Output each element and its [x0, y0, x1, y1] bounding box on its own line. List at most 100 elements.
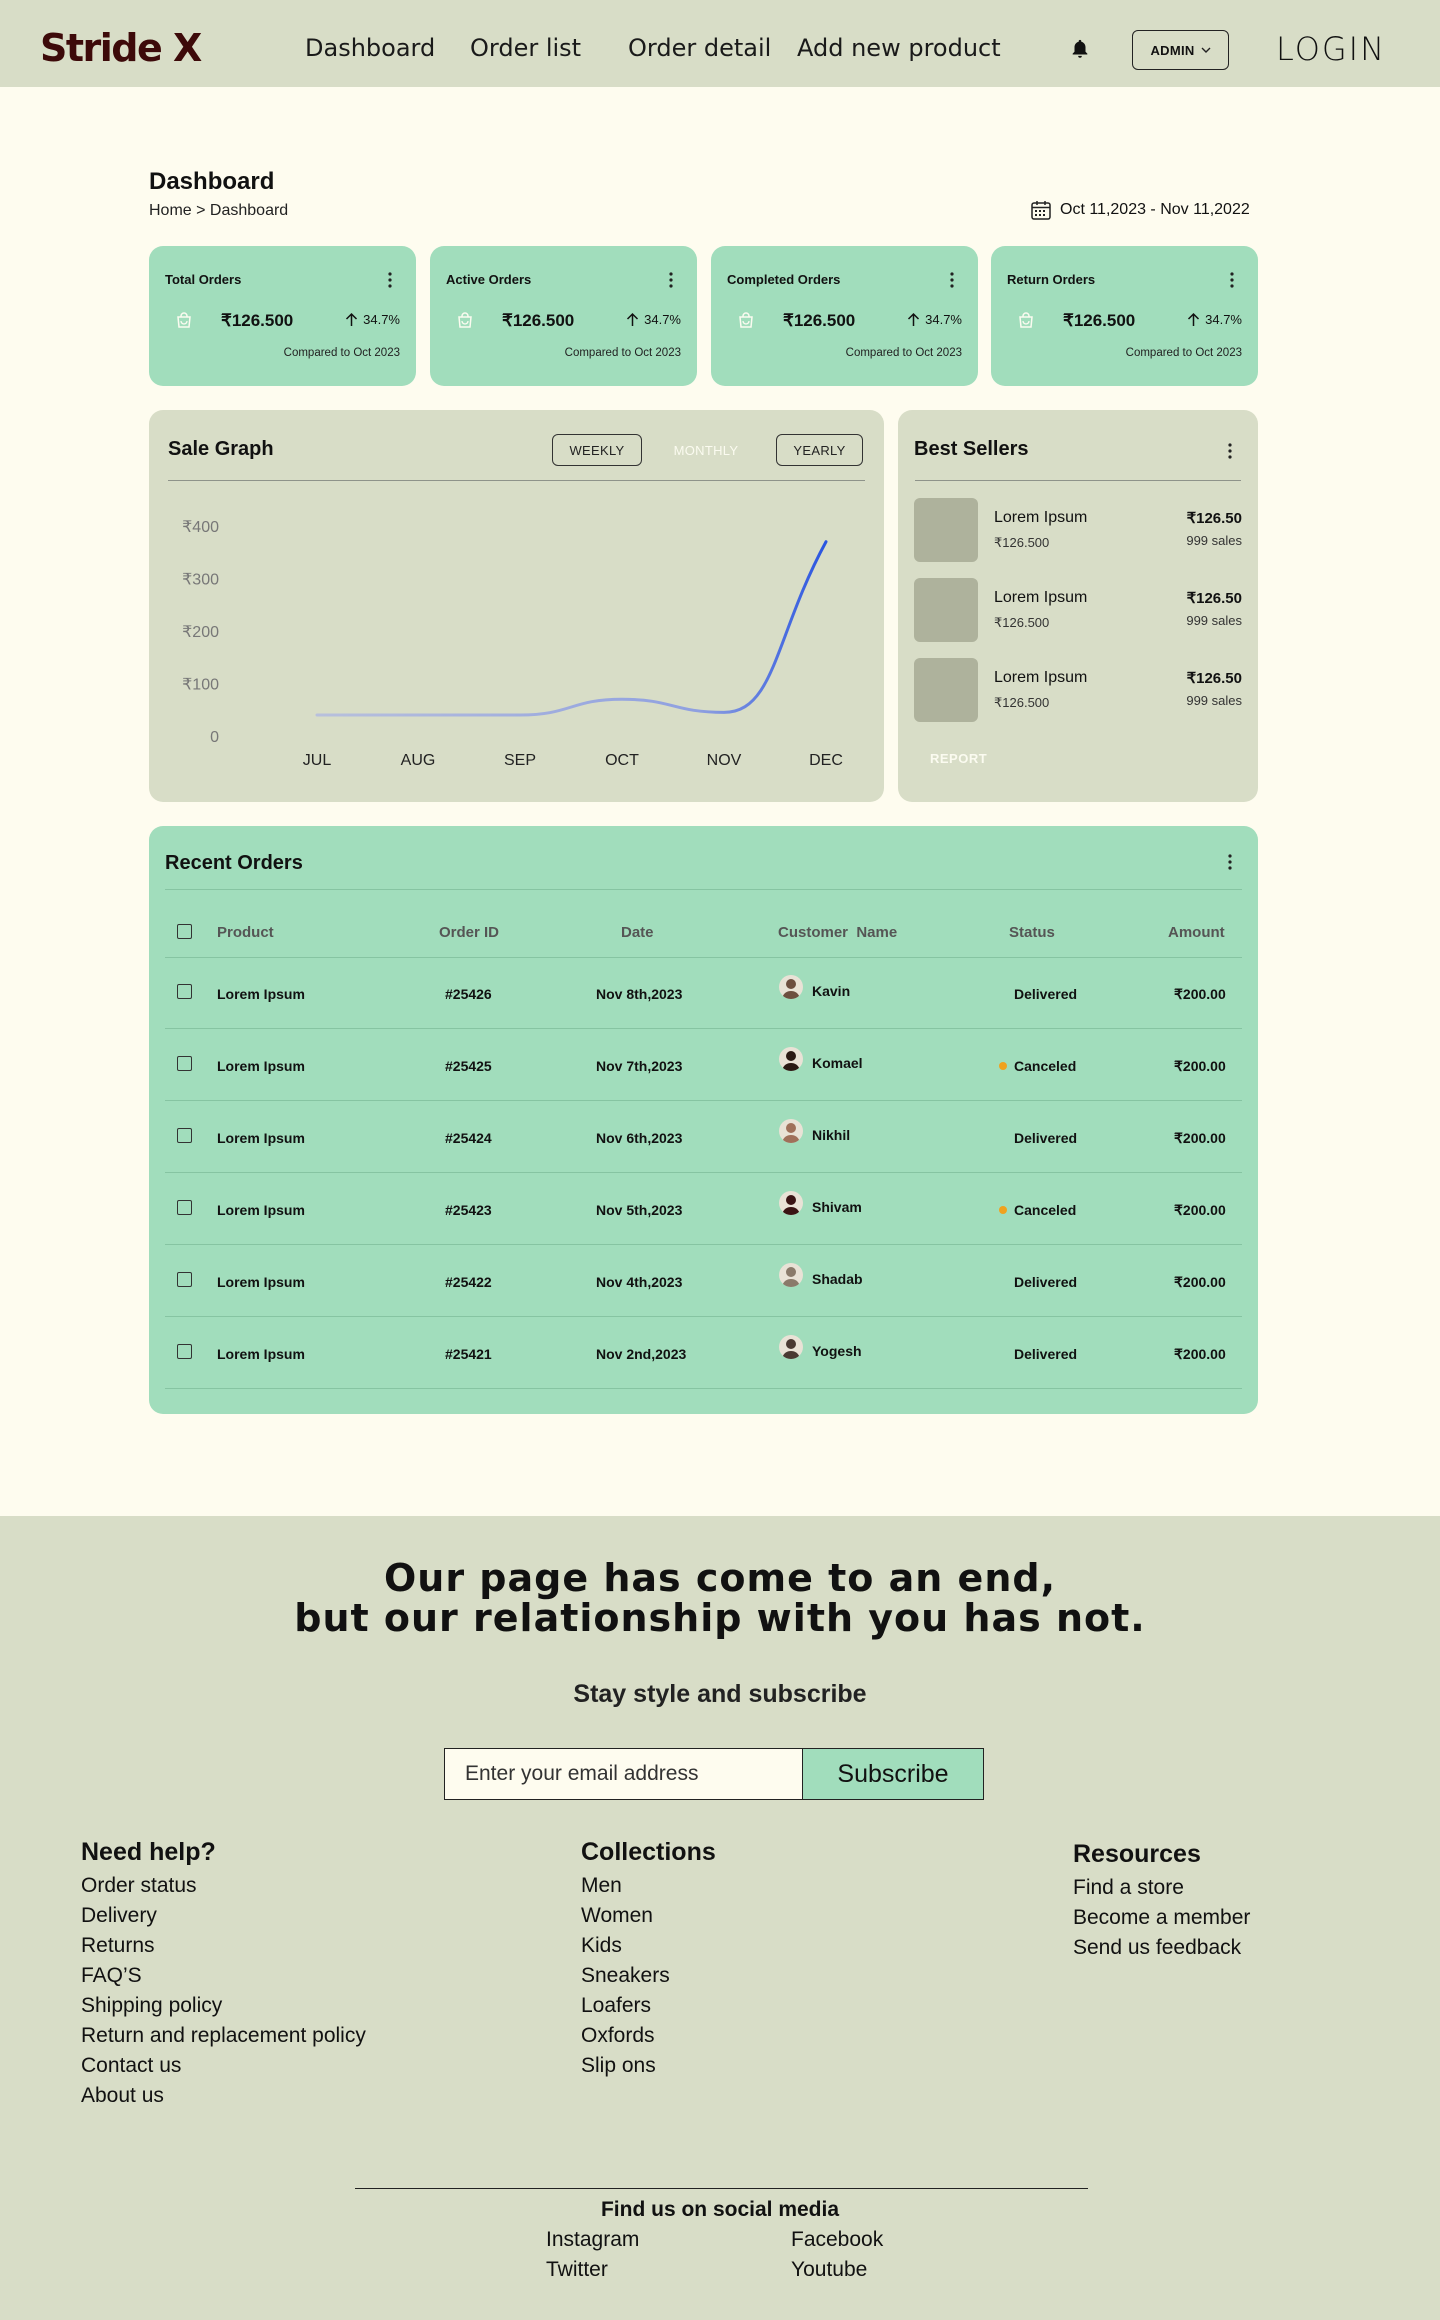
- stat-compare: Compared to Oct 2023: [564, 347, 681, 359]
- footer-link-collection[interactable]: Slip ons: [581, 2054, 656, 2078]
- stat-card[interactable]: Completed Orders ₹126.500 34.7% Compared…: [711, 246, 978, 386]
- footer-link-help[interactable]: Return and replacement policy: [81, 2024, 366, 2048]
- admin-dropdown[interactable]: ADMIN: [1132, 30, 1229, 70]
- arrow-up-icon: [908, 312, 920, 326]
- arrow-up-icon: [627, 312, 639, 326]
- social-heading: Find us on social media: [600, 2198, 840, 2221]
- row-checkbox[interactable]: [177, 1344, 192, 1359]
- row-checkbox[interactable]: [177, 1128, 192, 1143]
- more-options-icon[interactable]: [950, 271, 954, 289]
- stat-card[interactable]: Return Orders ₹126.500 34.7% Compared to…: [991, 246, 1258, 386]
- bell-icon[interactable]: [1069, 37, 1091, 61]
- table-row[interactable]: Lorem Ipsum #25421 Nov 2nd,2023 Yogesh D…: [149, 1317, 1258, 1389]
- col-amount: Amount: [1168, 924, 1225, 941]
- collections-heading: Collections: [581, 1838, 716, 1866]
- stat-change: 34.7%: [626, 312, 681, 327]
- product-sub-price: ₹126.500: [994, 615, 1050, 630]
- table-row[interactable]: Lorem Ipsum #25422 Nov 4th,2023 Shadab D…: [149, 1245, 1258, 1317]
- stat-value: ₹126.500: [783, 311, 856, 330]
- footer-link-collection[interactable]: Kids: [581, 1934, 622, 1958]
- status-badge: Delivered: [1014, 1274, 1078, 1290]
- calendar-icon: [1031, 201, 1051, 220]
- footer-link-collection[interactable]: Sneakers: [581, 1964, 670, 1988]
- nav-order-list[interactable]: Order list: [470, 34, 581, 62]
- stat-card[interactable]: Active Orders ₹126.500 34.7% Compared to…: [430, 246, 697, 386]
- cell-customer: Shivam: [812, 1199, 862, 1215]
- stat-card[interactable]: Total Orders ₹126.500 34.7% Compared to …: [149, 246, 416, 386]
- social-twitter[interactable]: Twitter: [546, 2258, 608, 2282]
- footer-link-help[interactable]: Contact us: [81, 2054, 181, 2078]
- footer-link-help[interactable]: Order status: [81, 1874, 197, 1898]
- resources-heading: Resources: [1073, 1840, 1201, 1868]
- table-row[interactable]: Lorem Ipsum #25423 Nov 5th,2023 Shivam C…: [149, 1173, 1258, 1245]
- nav-dashboard[interactable]: Dashboard: [305, 34, 435, 62]
- footer-link-collection[interactable]: Loafers: [581, 1994, 651, 2018]
- table-row[interactable]: Lorem Ipsum #25426 Nov 8th,2023 Kavin De…: [149, 957, 1258, 1029]
- nav-add-product[interactable]: Add new product: [797, 34, 1001, 62]
- breadcrumb[interactable]: Home > Dashboard: [149, 202, 288, 220]
- shopping-bag-icon: [177, 312, 191, 328]
- footer-link-help[interactable]: About us: [81, 2084, 164, 2108]
- subscribe-form: Subscribe: [444, 1748, 984, 1800]
- row-checkbox[interactable]: [177, 984, 192, 999]
- more-options-icon[interactable]: [669, 271, 673, 289]
- cell-date: Nov 4th,2023: [596, 1274, 683, 1290]
- stat-change-value: 34.7%: [925, 312, 962, 327]
- cell-product: Lorem Ipsum: [217, 1202, 305, 1218]
- footer-link-help[interactable]: Returns: [81, 1934, 155, 1958]
- cell-amount: ₹200.00: [1174, 1058, 1226, 1074]
- best-seller-item[interactable]: Lorem Ipsum ₹126.500 ₹126.50 999 sales: [914, 498, 1242, 562]
- stat-compare: Compared to Oct 2023: [1125, 347, 1242, 359]
- divider: [355, 2188, 1088, 2189]
- date-range-label: Oct 11,2023 - Nov 11,2022: [1060, 201, 1250, 218]
- login-button[interactable]: LOGIN: [1276, 30, 1386, 68]
- shopping-bag-icon: [739, 312, 753, 328]
- stat-value: ₹126.500: [221, 311, 294, 330]
- cell-date: Nov 5th,2023: [596, 1202, 683, 1218]
- footer-link-resource[interactable]: Find a store: [1073, 1876, 1184, 1900]
- date-range-picker[interactable]: Oct 11,2023 - Nov 11,2022: [1030, 199, 1250, 221]
- footer-link-collection[interactable]: Women: [581, 1904, 653, 1928]
- stat-title: Completed Orders: [727, 272, 841, 287]
- x-tick-label: NOV: [707, 752, 742, 769]
- social-facebook[interactable]: Facebook: [791, 2228, 883, 2252]
- footer-link-help[interactable]: FAQ’S: [81, 1964, 142, 1988]
- footer-link-help[interactable]: Delivery: [81, 1904, 157, 1928]
- email-input[interactable]: [444, 1748, 802, 1800]
- more-options-icon[interactable]: [1230, 271, 1234, 289]
- stat-change-value: 34.7%: [644, 312, 681, 327]
- footer-link-resource[interactable]: Become a member: [1073, 1906, 1250, 1930]
- brand-logo[interactable]: Stride X: [40, 26, 202, 70]
- product-name: Lorem Ipsum: [994, 509, 1088, 526]
- status-badge: Delivered: [1014, 986, 1078, 1002]
- product-name: Lorem Ipsum: [994, 589, 1088, 606]
- sale-line-chart: 0 ₹100 ₹200 ₹300 ₹400 JUL AUG SEP OCT NOV DEC: [182, 519, 843, 769]
- table-row[interactable]: Lorem Ipsum #25425 Nov 7th,2023 Komael C…: [149, 1029, 1258, 1101]
- more-options-icon[interactable]: [1228, 442, 1232, 460]
- social-instagram[interactable]: Instagram: [546, 2228, 639, 2252]
- y-tick-label: ₹100: [182, 677, 219, 694]
- report-button[interactable]: REPORT: [930, 751, 987, 766]
- footer-link-collection[interactable]: Oxfords: [581, 2024, 655, 2048]
- row-checkbox[interactable]: [177, 1272, 192, 1287]
- stat-change-value: 34.7%: [363, 312, 400, 327]
- chevron-down-icon: [1201, 47, 1211, 53]
- more-options-icon[interactable]: [1228, 853, 1232, 871]
- best-seller-item[interactable]: Lorem Ipsum ₹126.500 ₹126.50 999 sales: [914, 578, 1242, 642]
- subscribe-button[interactable]: Subscribe: [802, 1748, 984, 1800]
- nav-order-detail[interactable]: Order detail: [628, 34, 771, 62]
- product-sales: 999 sales: [1186, 693, 1242, 708]
- footer-link-help[interactable]: Shipping policy: [81, 1994, 222, 2018]
- best-seller-item[interactable]: Lorem Ipsum ₹126.500 ₹126.50 999 sales: [914, 658, 1242, 722]
- table-row[interactable]: Lorem Ipsum #25424 Nov 6th,2023 Nikhil D…: [149, 1101, 1258, 1173]
- more-options-icon[interactable]: [388, 271, 392, 289]
- select-all-checkbox[interactable]: [177, 924, 192, 939]
- row-checkbox[interactable]: [177, 1056, 192, 1071]
- sale-graph-panel: Sale Graph WEEKLY MONTHLY YEARLY 0 ₹100 ₹2…: [149, 410, 884, 802]
- social-youtube[interactable]: Youtube: [791, 2258, 867, 2282]
- footer-link-collection[interactable]: Men: [581, 1874, 622, 1898]
- cell-product: Lorem Ipsum: [217, 1346, 305, 1362]
- stat-change: 34.7%: [907, 312, 962, 327]
- footer-link-resource[interactable]: Send us feedback: [1073, 1936, 1241, 1960]
- row-checkbox[interactable]: [177, 1200, 192, 1215]
